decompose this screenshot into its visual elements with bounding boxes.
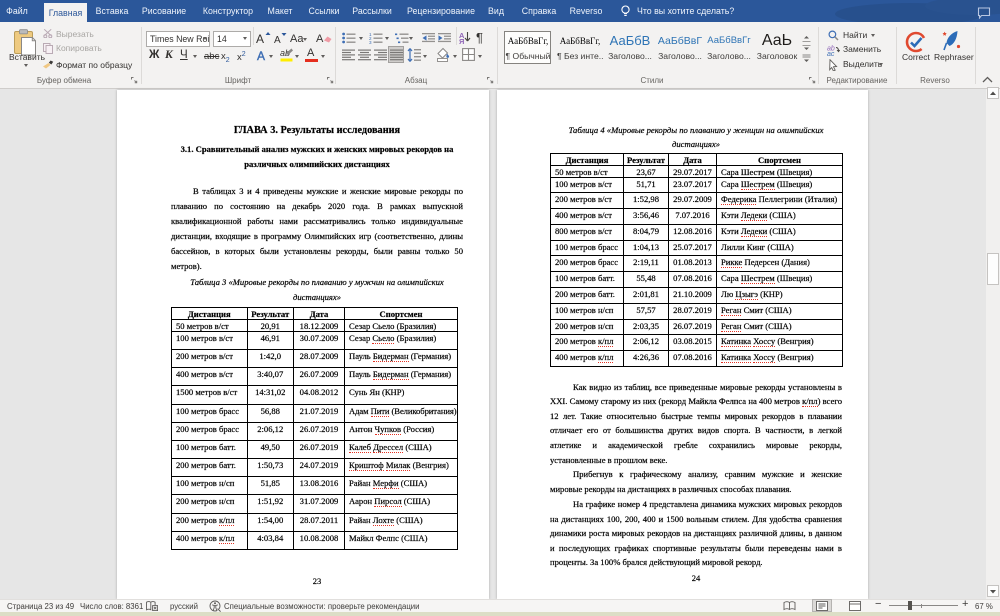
- svg-text:Я: Я: [459, 37, 464, 44]
- svg-text:ac: ac: [827, 51, 835, 56]
- svg-text:3: 3: [369, 40, 372, 44]
